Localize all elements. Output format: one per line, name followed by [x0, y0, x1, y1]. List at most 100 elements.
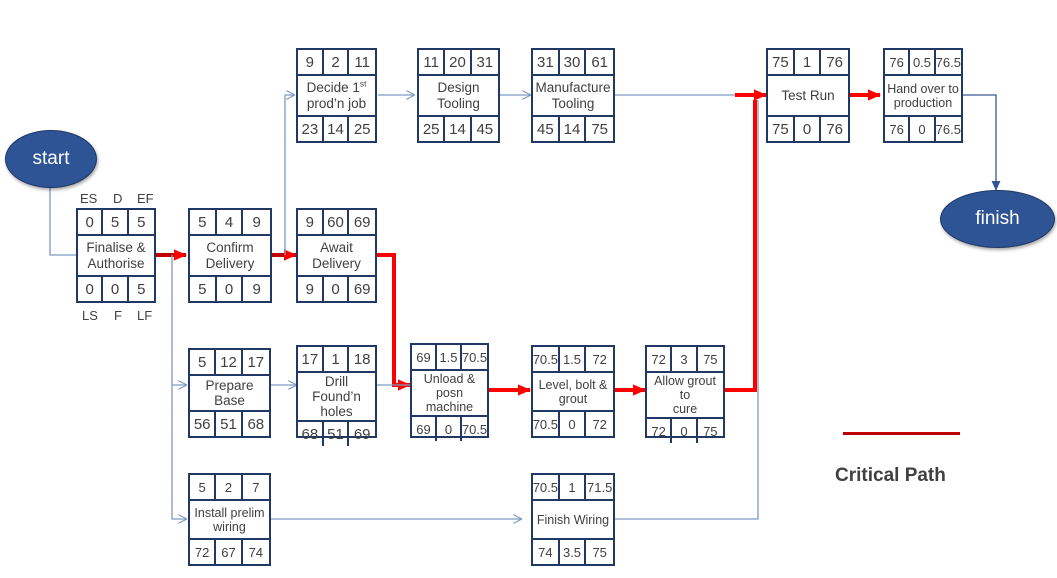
node-top-row: 5 12 17 [190, 350, 269, 376]
duration-value: 1 [324, 347, 350, 371]
node-label: Await Delivery [298, 236, 375, 275]
duration-value: 1 [795, 50, 822, 74]
node-label-line2: Authorise [87, 255, 145, 271]
legend-d: D [113, 191, 123, 206]
float-value: 0 [103, 277, 129, 301]
node-manufacture-tooling[interactable]: 31 30 61 Manufacture Tooling 45 14 75 [531, 48, 615, 143]
node-install-prelim-wiring[interactable]: 5 2 7 Install prelim wiring 72 67 74 [188, 473, 271, 566]
duration-value: 0.5 [910, 50, 936, 74]
float-value: 14 [445, 117, 472, 141]
node-test-run[interactable]: 75 1 76 Test Run 75 0 76 [766, 48, 850, 143]
ls-value: 72 [647, 419, 673, 443]
duration-value: 20 [445, 50, 472, 74]
node-unload-posn-machine[interactable]: 69 1.5 70.5 Unload & posn machine 69 0 7… [410, 343, 489, 441]
node-label: Unload & posn machine [412, 371, 487, 415]
float-value: 0 [437, 417, 462, 441]
ls-value: 68 [298, 422, 324, 447]
lf-value: 70.5 [462, 421, 487, 437]
node-label: Finish Wiring [533, 501, 613, 538]
node-label: Design Tooling [419, 76, 498, 115]
ef-value: 70.5 [462, 349, 487, 365]
node-bottom-row: 75 0 76 [768, 115, 848, 141]
float-value: 0 [910, 117, 936, 141]
ef-value: 5 [137, 213, 146, 231]
node-finish-wiring[interactable]: 70.5 1 71.5 Finish Wiring 74 3.5 75 [531, 473, 615, 566]
node-decide-first-prodn-job[interactable]: 9 2 11 Decide 1st prod’n job 23 14 25 [296, 48, 377, 143]
node-label-line2: cure [672, 402, 698, 416]
lf-value: 72 [592, 416, 607, 432]
es-value: 75 [768, 50, 795, 74]
ls-value: 74 [533, 540, 560, 564]
node-confirm-delivery[interactable]: 5 4 9 Confirm Delivery 5 0 9 [188, 208, 272, 303]
float-value: 14 [560, 117, 587, 141]
float-value: 0 [560, 412, 587, 436]
ef-value: 61 [591, 53, 609, 71]
finish-node[interactable]: finish [940, 190, 1055, 248]
lf-value: 76 [826, 120, 844, 138]
node-label-line1: Unload & posn [423, 372, 476, 400]
node-top-row: 11 20 31 [419, 50, 498, 76]
es-value: 31 [533, 50, 560, 74]
es-value: 0 [78, 210, 104, 234]
lf-value: 75 [703, 423, 718, 439]
es-value: 5 [190, 210, 217, 234]
node-drill-foundn-holes[interactable]: 17 1 18 Drill Found’n holes 68 51 69 [296, 345, 377, 447]
node-label-line1: Drill Found’n [312, 374, 361, 405]
node-design-tooling[interactable]: 11 20 31 Design Tooling 25 14 45 [417, 48, 500, 143]
float-value: 14 [324, 117, 350, 141]
float-value: 0 [324, 277, 350, 301]
node-label: Finalise & Authorise [78, 236, 154, 275]
node-top-row: 31 30 61 [533, 50, 613, 76]
node-label-line1: Hand over to [887, 81, 959, 96]
node-hand-over-to-production[interactable]: 76 0.5 76.5 Hand over to production 76 0… [883, 48, 963, 143]
ef-value: 17 [247, 353, 265, 371]
node-top-row: 5 2 7 [190, 475, 269, 501]
start-node-label: start [32, 148, 70, 169]
node-await-delivery[interactable]: 9 60 69 Await Delivery 9 0 69 [296, 208, 377, 303]
node-label-line1: Install prelim [194, 505, 265, 520]
lf-value: 45 [476, 120, 494, 138]
node-label: Hand over to production [885, 76, 961, 115]
ef-value: 18 [353, 350, 371, 368]
ls-value: 76 [885, 117, 911, 141]
es-value: 17 [298, 347, 324, 371]
node-level-bolt-grout[interactable]: 70.5 1.5 72 Level, bolt & grout 70.5 0 7… [531, 345, 615, 438]
node-label-line1: Test Run [781, 87, 835, 103]
ls-value: 5 [190, 277, 217, 301]
legend-ls: LS [82, 308, 98, 323]
node-label: Allow grout to cure [647, 373, 723, 417]
node-bottom-row: 69 0 70.5 [412, 415, 487, 441]
critical-path-key-label: Critical Path [835, 465, 946, 486]
duration-value: 12 [216, 350, 243, 374]
ef-value: 72 [592, 351, 607, 367]
link-await-to-unload [377, 253, 411, 391]
critical-path-key-swatch [843, 432, 960, 435]
node-label: Install prelim wiring [190, 501, 269, 538]
node-label: Decide 1st prod’n job [298, 76, 375, 115]
node-top-row: 5 4 9 [190, 210, 270, 236]
node-finalise-authorise[interactable]: 0 5 5 Finalise & Authorise 0 0 5 [76, 208, 156, 303]
finish-node-label: finish [975, 208, 1020, 229]
node-prepare-base[interactable]: 5 12 17 Prepare Base 56 51 68 [188, 348, 271, 438]
node-label-line1: Await [320, 240, 353, 256]
node-top-row: 17 1 18 [298, 347, 375, 373]
duration-value: 30 [560, 50, 587, 74]
es-value: 5 [190, 475, 217, 499]
ef-value: 7 [252, 479, 260, 495]
float-value: 0 [795, 117, 822, 141]
duration-value: 5 [103, 210, 129, 234]
node-allow-grout-to-cure[interactable]: 72 3 75 Allow grout to cure 72 0 75 [645, 345, 725, 443]
node-bottom-row: 23 14 25 [298, 115, 375, 141]
ef-value: 11 [354, 53, 370, 71]
node-label-line1: Confirm [206, 240, 254, 256]
float-value: 0 [217, 277, 244, 301]
node-label-line1: Design [437, 80, 480, 96]
start-node[interactable]: start [5, 130, 97, 188]
node-label-line1: Manufacture [535, 80, 611, 96]
node-bottom-row: 74 3.5 75 [533, 538, 613, 564]
link-finalise-to-install-prelim-wiring [171, 385, 186, 519]
lf-value: 9 [252, 280, 261, 298]
node-label-line2: prod’n job [306, 95, 367, 111]
node-label-line2: Delivery [205, 255, 255, 271]
node-bottom-row: 56 51 68 [190, 410, 269, 436]
